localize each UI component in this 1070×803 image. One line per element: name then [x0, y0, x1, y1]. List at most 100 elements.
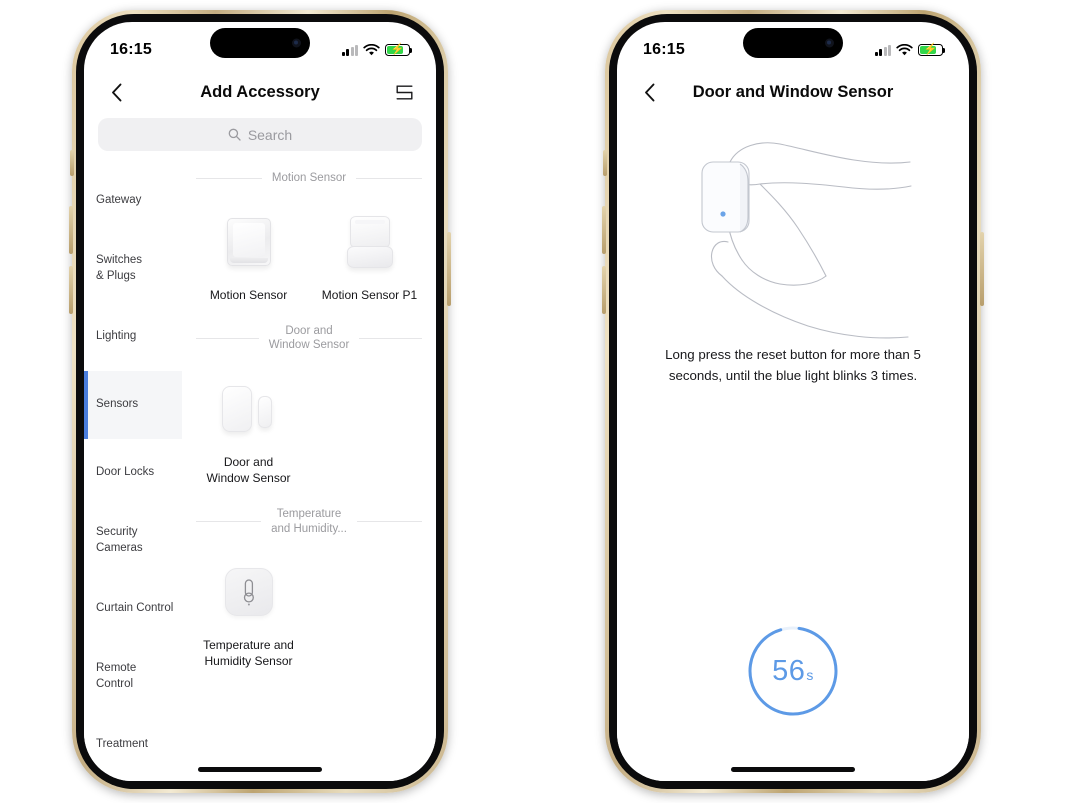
product-name: Door and Window Sensor: [206, 455, 291, 485]
search-placeholder: Search: [247, 126, 293, 143]
search-input[interactable]: Search: [98, 118, 422, 151]
status-time: 16:15: [643, 41, 685, 58]
status-icons: ⚡: [874, 36, 946, 57]
illustration-container: [617, 114, 969, 339]
sidebar-item-switches-plugs[interactable]: Switches & Plugs: [84, 235, 182, 303]
phone-right: 16:15 ⚡ Door and Window Sensor Long pres…: [602, 10, 984, 793]
dynamic-island: [743, 28, 843, 58]
page-title: Door and Window Sensor: [692, 82, 894, 101]
product-name: Motion Sensor: [209, 287, 288, 302]
sidebar-item-label: Sensors: [96, 398, 139, 411]
front-camera-icon: [292, 38, 301, 48]
battery-icon: ⚡: [385, 43, 413, 57]
power-button[interactable]: [980, 232, 984, 306]
power-button[interactable]: [447, 232, 451, 306]
countdown-seconds: 56: [772, 654, 806, 687]
countdown-timer-container: 56 s: [617, 623, 969, 719]
countdown-unit: s: [806, 667, 814, 683]
sidebar-item-label: Door Locks: [96, 466, 155, 479]
sidebar-item-security-cameras[interactable]: Security Cameras: [84, 507, 182, 575]
product-name: Motion Sensor P1: [321, 287, 418, 302]
phone-left: 16:15 ⚡ Add Accessory Search Gateway Swi…: [69, 10, 451, 793]
silent-switch[interactable]: [70, 150, 74, 176]
category-sidebar[interactable]: Gateway Switches & Plugs Lighting Sensors…: [84, 161, 182, 781]
product-grid: Temperature and Humidity Sensor: [182, 540, 436, 679]
sidebar-item-label: Remote Control: [96, 662, 137, 690]
wifi-icon: [363, 43, 380, 55]
nav-bar: Add Accessory: [84, 70, 436, 114]
product-card-door-window-sensor[interactable]: Door and Window Sensor: [188, 357, 309, 496]
left-screen: 16:15 ⚡ Add Accessory Search Gateway Swi…: [84, 22, 436, 781]
pairing-guide: Long press the reset button for more tha…: [617, 114, 969, 781]
back-button[interactable]: [635, 78, 663, 106]
section-title: Motion Sensor: [271, 172, 347, 184]
sidebar-item-label: Security Cameras: [96, 526, 143, 554]
nav-bar: Door and Window Sensor: [617, 70, 969, 114]
sidebar-item-gateway[interactable]: Gateway: [84, 167, 182, 235]
divider: [196, 177, 262, 179]
product-image: [313, 206, 426, 278]
sidebar-item-door-locks[interactable]: Door Locks: [84, 439, 182, 507]
product-name: Temperature and Humidity Sensor: [203, 638, 294, 669]
cellular-signal-icon: [874, 44, 891, 56]
status-time: 16:15: [110, 41, 152, 58]
home-indicator[interactable]: [198, 767, 322, 772]
content-split: Gateway Switches & Plugs Lighting Sensors…: [84, 161, 436, 781]
divider: [196, 521, 262, 523]
volume-down-button[interactable]: [602, 266, 606, 314]
volume-down-button[interactable]: [69, 266, 73, 314]
sidebar-item-lighting[interactable]: Lighting: [84, 303, 182, 371]
front-camera-icon: [825, 38, 834, 48]
sidebar-item-label: Lighting: [96, 330, 137, 343]
instruction-text: Long press the reset button for more tha…: [665, 347, 921, 383]
search-icon: [228, 128, 241, 141]
sidebar-item-curtain-control[interactable]: Curtain Control: [84, 575, 182, 643]
motion-sensor-p1-icon: [346, 214, 393, 270]
divider: [359, 337, 423, 339]
back-button[interactable]: [102, 78, 130, 106]
status-bar: 16:15 ⚡: [617, 22, 969, 70]
sidebar-item-sensors[interactable]: Sensors: [84, 371, 182, 439]
status-icons: ⚡: [341, 36, 413, 57]
screenshot-stage: 16:15 ⚡ Add Accessory Search Gateway Swi…: [0, 0, 1070, 803]
silent-switch[interactable]: [603, 150, 607, 176]
sidebar-item-remote-control[interactable]: Remote Control: [84, 643, 182, 711]
countdown-value-group: 56 s: [745, 623, 841, 719]
right-screen: 16:15 ⚡ Door and Window Sensor Long pres…: [617, 22, 969, 781]
home-indicator[interactable]: [731, 767, 855, 772]
divider: [356, 521, 423, 523]
product-image: [192, 206, 305, 278]
product-grid-column[interactable]: Motion Sensor Motion Sensor Motion Senso…: [182, 161, 436, 781]
search-container: Search: [84, 114, 436, 161]
sidebar-item-label: Gateway: [96, 194, 142, 207]
hand-holding-sensor-icon: [701, 142, 912, 339]
wifi-icon: [896, 43, 913, 55]
product-image: [192, 373, 305, 445]
section-header-motion-sensor: Motion Sensor: [182, 161, 436, 190]
sidebar-item-label: Switches & Plugs: [96, 254, 143, 282]
volume-up-button[interactable]: [602, 206, 606, 254]
chevron-left-icon: [644, 83, 654, 101]
sidebar-item-label: Curtain Control: [96, 602, 174, 615]
product-grid: Motion Sensor Motion Sensor P1: [182, 190, 436, 314]
door-window-sensor-icon: [220, 384, 278, 434]
cellular-signal-icon: [341, 44, 358, 56]
sidebar-item-treatment[interactable]: Treatment: [84, 711, 182, 779]
section-header-door-window-sensor: Door and Window Sensor: [182, 314, 436, 358]
list-layout-icon[interactable]: [390, 78, 418, 106]
section-title: Door and Window Sensor: [268, 324, 350, 352]
countdown-timer: 56 s: [745, 623, 841, 719]
section-header-temperature-humidity: Temperature and Humidity...: [182, 497, 436, 541]
sidebar-item-label: Treatment: [96, 738, 148, 751]
product-grid: Door and Window Sensor: [182, 357, 436, 496]
product-card-motion-sensor[interactable]: Motion Sensor: [188, 190, 309, 314]
product-image: [192, 556, 305, 628]
dynamic-island: [210, 28, 310, 58]
product-card-temperature-humidity-sensor[interactable]: Temperature and Humidity Sensor: [188, 540, 309, 679]
section-title: Temperature and Humidity...: [271, 507, 347, 535]
page-title: Add Accessory: [200, 82, 320, 101]
volume-up-button[interactable]: [69, 206, 73, 254]
motion-sensor-icon: [226, 217, 271, 266]
product-card-motion-sensor-p1[interactable]: Motion Sensor P1: [309, 190, 430, 314]
divider: [196, 337, 259, 339]
